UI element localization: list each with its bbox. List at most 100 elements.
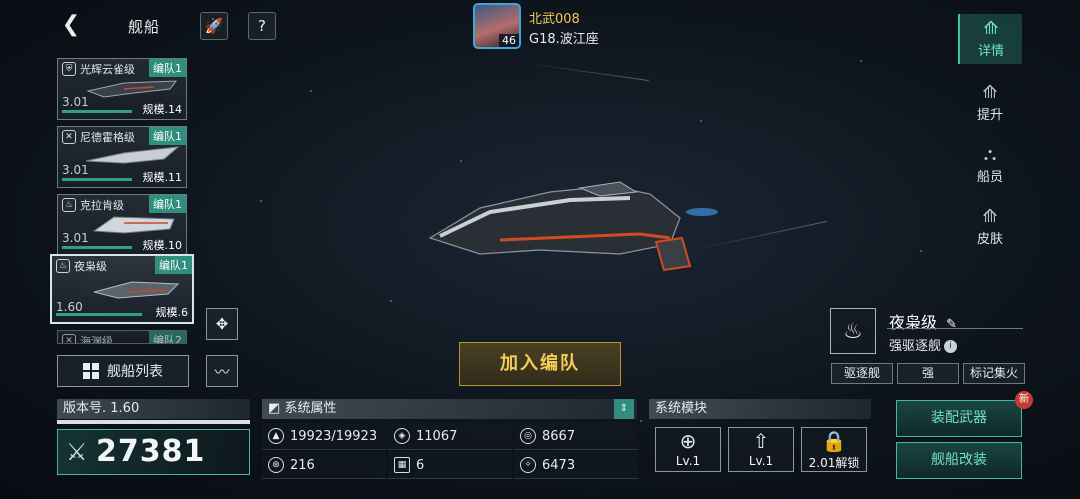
energy-icon: ⊛ [268, 457, 284, 473]
ship-card-version: 3.01 [62, 163, 89, 177]
armor-icon: ◈ [394, 428, 410, 444]
player-level: 46 [499, 34, 519, 47]
rocket-icon[interactable]: 🚀 [200, 12, 228, 40]
module-slot-locked[interactable]: 🔒 2.01解锁 [801, 427, 867, 472]
tab-upgrade[interactable]: ⟰ 提升 [958, 78, 1022, 128]
tab-label: 船员 [976, 170, 1003, 185]
ship-card-scale: 规模.11 [142, 171, 183, 184]
fleet-tag: 编队1 [155, 256, 192, 274]
ship-card-name: 克拉肯级 [80, 199, 124, 212]
tab-crew[interactable]: ⛬ 船员 [958, 140, 1022, 190]
ship-card-scale: 规模.6 [155, 306, 189, 319]
ship-list-label: 舰船列表 [107, 364, 163, 380]
ship-card-partial[interactable]: ✕ 海渊级 编队2 [57, 330, 187, 344]
fleet-tag: 编队1 [149, 127, 186, 145]
cross-circle-icon: ✕ [62, 334, 76, 343]
sort-toggle-icon[interactable]: ⇕ [614, 399, 634, 419]
stat-shield: ◎ 8667 [514, 423, 638, 450]
help-icon[interactable]: ? [248, 12, 276, 40]
flame-icon: ♨ [56, 259, 70, 273]
edit-icon[interactable]: ✎ [946, 317, 957, 332]
ship-thumbnail [85, 146, 180, 164]
ship-thumbnail [93, 281, 180, 299]
ship-card[interactable]: ✕ 尼德霍格级 编队1 3.01 规模.11 [57, 126, 187, 188]
ship-card-bar [56, 313, 142, 316]
ship-detail-icon: ⟰ [983, 18, 999, 39]
crew-icon: ⛬ [983, 144, 997, 165]
equip-weapons-button[interactable]: 装配武器 [896, 400, 1022, 437]
fleet-tag: 编队1 [149, 195, 186, 213]
ship-card-version: 1.60 [56, 300, 83, 314]
cross-circle-icon: ✕ [62, 130, 76, 144]
trait-tag[interactable]: 强 [897, 363, 959, 384]
ship-card-version: 3.01 [62, 95, 89, 109]
stat-checker: ▦ 6 [388, 452, 512, 479]
combat-power: ⚔ 27381 [57, 429, 250, 475]
skin-icon: ⟰ [982, 206, 998, 227]
tab-details[interactable]: ⟰ 详情 [958, 14, 1022, 64]
stat-energy: ⊛ 216 [262, 452, 386, 479]
module-slot[interactable]: ⊕ Lv.1 [655, 427, 721, 472]
stat-value: 6 [416, 457, 425, 473]
system-modules-header: 系统模块 [649, 399, 871, 419]
speed-icon: ✧ [520, 457, 536, 473]
ship-thumbnail [92, 216, 175, 234]
ship-name-text: 夜枭级 [889, 313, 938, 332]
fleet-tag: 编队2 [149, 331, 186, 343]
ship-card-name: 尼德霍格级 [80, 131, 135, 144]
version-bar [57, 420, 250, 424]
combat-power-value: 27381 [96, 434, 206, 469]
tab-label: 皮肤 [976, 232, 1003, 247]
ship-name: 夜枭级 ✎ [889, 309, 957, 333]
ship-card-bar [62, 110, 132, 113]
join-fleet-button[interactable]: 加入编队 [459, 342, 621, 386]
ship-thumbnail [86, 80, 178, 98]
stat-value: 8667 [542, 428, 576, 444]
info-icon[interactable]: i [944, 340, 958, 353]
stat-value: 11067 [416, 428, 458, 444]
player-location: G18.波江座 [529, 32, 599, 47]
stat-hull: ▲ 19923/19923 [262, 423, 386, 450]
stat-value: 19923/19923 [290, 428, 378, 444]
fleet-tag: 编队1 [149, 59, 186, 77]
crossed-swords-icon: ⚔ [66, 438, 88, 466]
checker-icon: ▦ [394, 457, 410, 473]
trait-tag[interactable]: 驱逐舰 [831, 363, 893, 384]
stat-armor: ◈ 11067 [388, 423, 512, 450]
stat-value: 216 [290, 457, 315, 473]
new-badge: 新 [1015, 391, 1033, 409]
ship-card[interactable]: ♨ 克拉肯级 编队1 3.01 规模.10 [57, 194, 187, 256]
upgrade-icon: ⟰ [982, 82, 998, 103]
hull-icon: ▲ [268, 428, 284, 444]
ship-card-bar [62, 246, 132, 249]
ship-card-name: 海渊级 [80, 335, 113, 344]
slash-icon: ◩ [268, 401, 281, 416]
version-label: 版本号. 1.60 [57, 399, 250, 419]
ship-modify-button[interactable]: 舰船改装 [896, 442, 1022, 479]
ship-card-bar [62, 178, 132, 181]
player-name: 北武008 [529, 12, 580, 27]
avatar[interactable]: 46 [473, 3, 521, 49]
ship-list-button[interactable]: 舰船列表 [57, 355, 189, 387]
tab-skin[interactable]: ⟰ 皮肤 [958, 202, 1022, 252]
ship-card-name: 夜枭级 [74, 260, 107, 273]
system-attributes-title: 系统属性 [284, 401, 337, 416]
tab-label: 详情 [977, 44, 1004, 59]
shield-stat-icon: ◎ [520, 428, 536, 444]
stat-value: 6473 [542, 457, 576, 473]
trait-tag[interactable]: 标记集火 [963, 363, 1025, 384]
lock-icon: 🔒 [821, 429, 847, 453]
ship-model [428, 181, 718, 272]
ship-card[interactable]: ⛨ 光辉云雀级 编队1 3.01 规模.14 [57, 58, 187, 120]
waveform-icon[interactable]: 〰 [206, 355, 238, 387]
ship-type: 强驱逐舰 i [889, 335, 958, 354]
ship-card-scale: 规模.10 [142, 239, 183, 252]
back-button[interactable]: ❮ [58, 12, 84, 38]
formation-icon[interactable]: ✥ [206, 308, 238, 340]
ship-class-icon: ♨ [830, 308, 876, 354]
ship-type-text: 强驱逐舰 [889, 339, 942, 354]
module-unlock-label: 2.01解锁 [808, 456, 860, 470]
module-slot[interactable]: ⇧ Lv.1 [728, 427, 794, 472]
ship-card-selected[interactable]: ♨ 夜枭级 编队1 1.60 规模.6 [50, 254, 194, 324]
ship-card-name: 光辉云雀级 [80, 63, 135, 76]
